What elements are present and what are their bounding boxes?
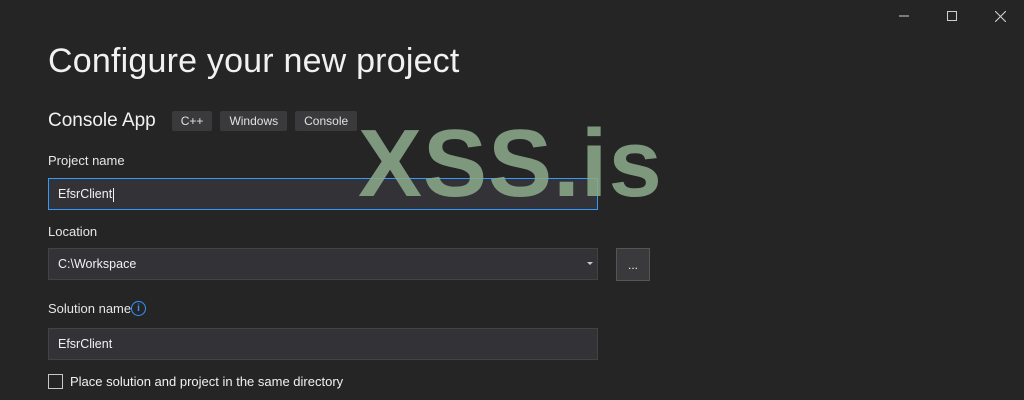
text-caret	[113, 187, 115, 202]
same-directory-option[interactable]: Place solution and project in the same d…	[48, 374, 343, 389]
maximize-button[interactable]	[928, 0, 976, 32]
same-directory-checkbox[interactable]	[48, 374, 63, 389]
project-name-label: Project name	[48, 153, 125, 168]
minimize-button[interactable]	[880, 0, 928, 32]
tag-language: C++	[171, 111, 213, 131]
browse-location-button[interactable]: ...	[616, 248, 650, 281]
close-button[interactable]	[976, 0, 1024, 32]
location-combobox[interactable]: C:\Workspace	[48, 248, 598, 280]
solution-name-value: EfsrClient	[58, 337, 113, 351]
location-value: C:\Workspace	[58, 257, 137, 271]
same-directory-label: Place solution and project in the same d…	[70, 374, 344, 389]
close-icon	[994, 10, 1006, 22]
tag-project-type: Console	[295, 111, 358, 131]
solution-name-label: Solution name	[48, 301, 132, 316]
template-name: Console App	[48, 110, 156, 131]
chevron-down-icon[interactable]	[587, 262, 593, 265]
info-icon[interactable]: i	[131, 301, 146, 316]
solution-name-input[interactable]: EfsrClient	[48, 328, 598, 360]
maximize-icon	[947, 11, 957, 21]
minimize-icon	[899, 15, 909, 17]
project-name-value: EfsrClient	[58, 187, 113, 201]
page-title: Configure your new project	[48, 42, 460, 80]
template-summary: Console App C++ Windows Console	[48, 110, 365, 132]
window-controls	[880, 0, 1024, 32]
tag-platform: Windows	[220, 111, 288, 131]
watermark-logo: XSS.is	[358, 110, 663, 217]
location-label: Location	[48, 224, 98, 239]
